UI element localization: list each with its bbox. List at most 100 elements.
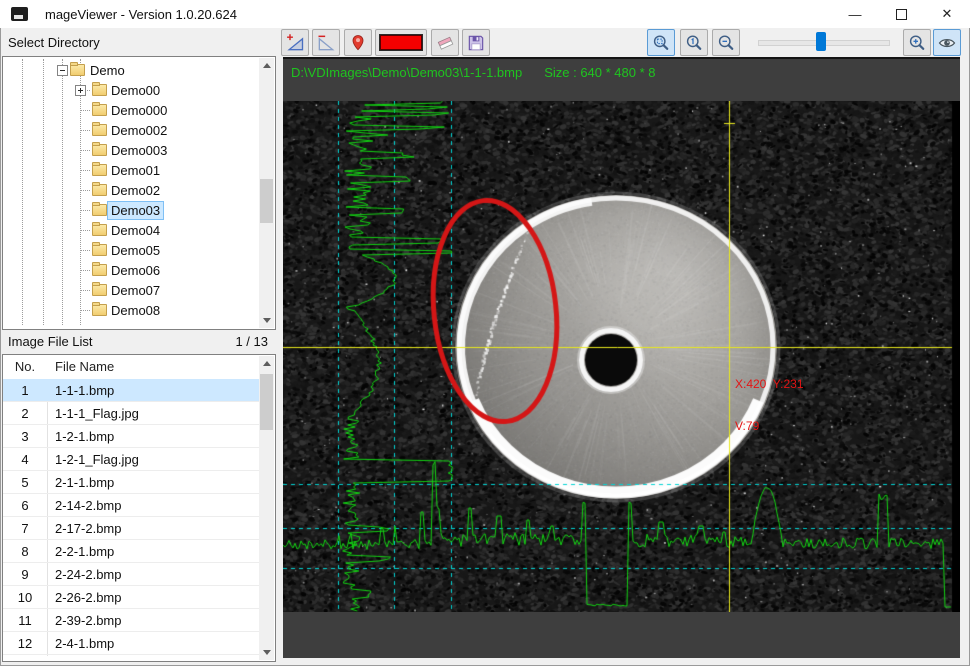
file-row[interactable]: 5 2-1-1.bmp — [3, 471, 259, 494]
file-row-selected[interactable]: 1 1-1-1.bmp — [3, 379, 259, 402]
maximize-icon — [896, 9, 907, 20]
select-directory-label: Select Directory — [8, 35, 100, 50]
add-shape-button[interactable] — [281, 29, 309, 56]
maximize-button[interactable] — [878, 0, 924, 28]
tree-stub-line — [80, 310, 90, 311]
folder-icon — [92, 104, 107, 116]
file-name: 2-17-2.bmp — [55, 521, 121, 536]
file-no: 2 — [3, 406, 47, 421]
file-no: 12 — [3, 636, 47, 651]
title-bar: mageViewer - Version 1.0.20.624 — ✕ — [0, 0, 970, 28]
save-button[interactable] — [462, 29, 490, 56]
file-row[interactable]: 9 2-24-2.bmp — [3, 563, 259, 586]
tree-item-label: Demo04 — [108, 222, 163, 239]
collapse-expander-icon[interactable] — [57, 65, 68, 76]
file-row[interactable]: 11 2-39-2.bmp — [3, 609, 259, 632]
zoom-slider-handle[interactable] — [816, 32, 826, 51]
folder-icon — [92, 84, 107, 96]
zoom-in-icon — [906, 33, 928, 53]
folder-icon — [92, 284, 107, 296]
folder-icon — [92, 184, 107, 196]
file-list-scrollbar[interactable] — [259, 356, 274, 660]
zoom-in-button[interactable] — [903, 29, 931, 56]
scroll-up-arrow[interactable] — [259, 356, 274, 371]
scroll-down-arrow[interactable] — [259, 313, 274, 328]
file-no: 9 — [3, 567, 47, 582]
cursor-xy: X:420 Y:231 — [735, 377, 804, 391]
image-path-bar: D:\VDImages\Demo\Demo03\1-1-1.bmpSize : … — [291, 65, 656, 80]
tree-item-demo003[interactable]: Demo003 — [3, 140, 257, 160]
marker-pin-button[interactable] — [344, 29, 372, 56]
file-row[interactable]: 8 2-2-1.bmp — [3, 540, 259, 563]
file-name: 2-1-1.bmp — [55, 475, 114, 490]
tree-stub-line — [80, 210, 90, 211]
file-row[interactable]: 10 2-26-2.bmp — [3, 586, 259, 609]
tree-item-demo07[interactable]: Demo07 — [3, 280, 257, 300]
tree-item-demo[interactable]: Demo — [3, 60, 257, 80]
file-row[interactable]: 3 1-2-1.bmp — [3, 425, 259, 448]
file-name: 1-1-1_Flag.jpg — [55, 406, 139, 421]
window-title: mageViewer - Version 1.0.20.624 — [45, 7, 237, 22]
folder-icon — [92, 164, 107, 176]
tree-item-demo05[interactable]: Demo05 — [3, 240, 257, 260]
app-window: mageViewer - Version 1.0.20.624 — ✕ — [0, 0, 970, 666]
tree-stub-line — [80, 190, 90, 191]
tree-scrollbar[interactable] — [259, 58, 274, 328]
tree-item-label: Demo002 — [108, 122, 170, 139]
tree-item-demo002[interactable]: Demo002 — [3, 120, 257, 140]
scroll-down-arrow[interactable] — [259, 645, 274, 660]
file-name: 2-2-1.bmp — [55, 544, 114, 559]
file-row[interactable]: 2 1-1-1_Flag.jpg — [3, 402, 259, 425]
file-row[interactable]: 12 2-4-1.bmp — [3, 632, 259, 655]
eye-toggle-button[interactable] — [933, 29, 961, 56]
tree-item-demo01[interactable]: Demo01 — [3, 160, 257, 180]
tree-item-demo00[interactable]: Demo00 — [3, 80, 257, 100]
cursor-value: V:79 — [735, 419, 804, 433]
folder-icon — [70, 64, 85, 76]
folder-icon — [92, 224, 107, 236]
tree-stub-line — [80, 150, 90, 151]
close-button[interactable]: ✕ — [924, 0, 970, 28]
eraser-button[interactable] — [431, 29, 459, 56]
tree-item-label: Demo08 — [108, 302, 163, 319]
file-name: 1-1-1.bmp — [55, 383, 114, 398]
tree-item-demo03-selected[interactable]: Demo03 — [3, 200, 257, 220]
color-swatch-button[interactable] — [375, 29, 427, 56]
tree-item-label: Demo003 — [108, 142, 170, 159]
marker-pin-icon — [348, 33, 368, 53]
tree-item-demo000[interactable]: Demo000 — [3, 100, 257, 120]
tree-item-demo06[interactable]: Demo06 — [3, 260, 257, 280]
tree-item-demo08[interactable]: Demo08 — [3, 300, 257, 320]
minimize-button[interactable]: — — [832, 0, 878, 28]
tree-scrollbar-thumb[interactable] — [260, 179, 273, 223]
file-row[interactable]: 4 1-2-1_Flag.jpg — [3, 448, 259, 471]
scroll-up-arrow[interactable] — [259, 58, 274, 73]
tree-item-demo02[interactable]: Demo02 — [3, 180, 257, 200]
tree-item-demo04[interactable]: Demo04 — [3, 220, 257, 240]
tree-item-label: Demo05 — [108, 242, 163, 259]
tree-stub-line — [80, 270, 90, 271]
file-no: 4 — [3, 452, 47, 467]
expand-expander-icon[interactable] — [75, 85, 86, 96]
table-header: No. File Name — [3, 355, 259, 380]
zoom-fit-button[interactable] — [647, 29, 675, 56]
file-row[interactable]: 6 2-14-2.bmp — [3, 494, 259, 517]
tree-item-label: Demo00 — [108, 82, 163, 99]
file-row[interactable]: 7 2-17-2.bmp — [3, 517, 259, 540]
zoom-out-button[interactable] — [712, 29, 740, 56]
file-list-scrollbar-thumb[interactable] — [260, 374, 273, 430]
zoom-one-button[interactable] — [680, 29, 708, 56]
image-canvas[interactable] — [283, 101, 960, 612]
save-icon — [466, 33, 486, 53]
tree-item-label: Demo01 — [108, 162, 163, 179]
folder-icon — [92, 264, 107, 276]
file-no: 5 — [3, 475, 47, 490]
cursor-readout: X:420 Y:231 V:79 — [735, 349, 804, 461]
minimize-icon: — — [849, 7, 862, 22]
file-name: 2-4-1.bmp — [55, 636, 114, 651]
remove-shape-button[interactable] — [312, 29, 340, 56]
file-table: No. File Name 1 1-1-1.bmp 2 1-1-1_Flag.j… — [2, 354, 276, 662]
remove-shape-icon — [315, 33, 337, 53]
folder-icon — [92, 244, 107, 256]
file-name: 2-24-2.bmp — [55, 567, 121, 582]
